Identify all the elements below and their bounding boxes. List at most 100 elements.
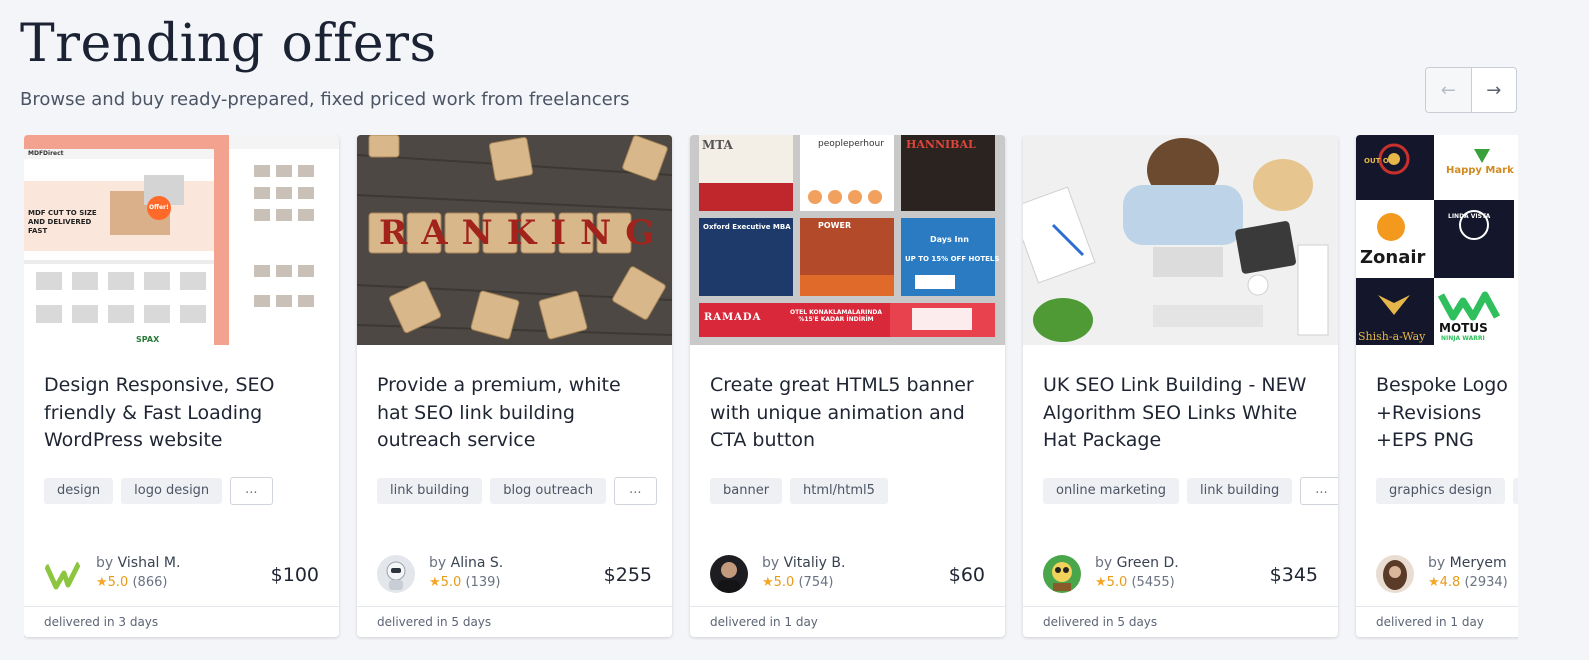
review-count: (139)	[465, 575, 501, 590]
carousel-nav: ← →	[1425, 67, 1517, 113]
tag[interactable]: online marketing	[1043, 478, 1180, 504]
tag[interactable]: design	[44, 478, 114, 504]
offer-card[interactable]: OUT OUT Happy Mark Zonair LINDA VISTA Sh…	[1356, 135, 1518, 637]
author-byline: by Vishal M.	[96, 555, 180, 571]
author-row: by Alina S. ★5.0 (139) $255	[377, 555, 652, 595]
offer-title[interactable]: Design Responsive, SEO friendly & Fast L…	[44, 372, 324, 455]
thumb-offer: UP TO 15% OFF HOTELS	[905, 255, 1000, 263]
offer-title[interactable]: UK SEO Link Building - NEW Algorithm SEO…	[1043, 372, 1323, 455]
avatar[interactable]	[1376, 555, 1414, 593]
thumb-logo-3: Zonair	[1360, 247, 1426, 268]
offer-tags: graphics design	[1376, 478, 1518, 504]
tag[interactable]: link building	[377, 478, 483, 504]
more-tags-button[interactable]: ...	[230, 477, 273, 505]
thumb-brand: MDFDirect	[28, 150, 64, 157]
avatar[interactable]	[44, 555, 82, 593]
by-label: by	[762, 555, 780, 571]
author-row: by Vishal M. ★5.0 (866) $100	[44, 555, 319, 595]
by-label: by	[96, 555, 114, 571]
thumb-footer-brand: SPAX	[136, 335, 160, 344]
arrow-right-icon[interactable]: →	[1471, 68, 1516, 112]
review-count: (754)	[798, 575, 834, 590]
rating-score: 5.0	[773, 575, 795, 590]
thumb-logo-6b: NINJA WARRI	[1441, 335, 1485, 342]
delivery-time: delivered in 1 day	[690, 606, 1005, 637]
author-row: by Green D. ★5.0 (5455) $345	[1043, 555, 1318, 595]
more-tags-button[interactable]: ...	[1300, 477, 1338, 505]
offer-card[interactable]: RANKING Provide a premium, white hat SEO…	[357, 135, 672, 637]
thumb-ramada: RAMADA	[704, 312, 762, 323]
tag[interactable]: banner	[710, 478, 783, 504]
tag[interactable]: html/html5	[790, 478, 888, 504]
offer-thumbnail[interactable]: RANKING	[357, 135, 672, 345]
thumb-headline: MDF CUT TO SIZE AND DELIVERED FAST	[28, 209, 97, 235]
thumb-logo-6: MOTUS	[1439, 321, 1488, 335]
offer-card[interactable]: UK SEO Link Building - NEW Algorithm SEO…	[1023, 135, 1338, 637]
offer-price: $60	[948, 564, 985, 586]
arrow-left-icon[interactable]: ←	[1426, 68, 1472, 112]
thumb-logo-1: OUT OUT	[1364, 157, 1400, 165]
thumb-oxford: Oxford Executive MBA	[703, 223, 791, 231]
offer-thumbnail[interactable]	[1023, 135, 1338, 345]
offer-price: $255	[603, 564, 652, 586]
thumb-daysinn: Days Inn	[930, 235, 969, 244]
thumb-word: RANKING	[379, 213, 669, 253]
author-byline: by Vitaliy B.	[762, 555, 845, 571]
offers-carousel: MDFDirect MDF CUT TO SIZE AND DELIVERED …	[24, 135, 1518, 640]
review-count: (5455)	[1131, 575, 1175, 590]
avatar[interactable]	[377, 555, 415, 593]
offer-card[interactable]: MTA peopleperhour HANNIBAL Oxford Execut…	[690, 135, 1005, 637]
thumb-power: POWER	[818, 221, 852, 230]
tag[interactable]: blog outreach	[490, 478, 607, 504]
avatar[interactable]	[1043, 555, 1081, 593]
author-row: by Vitaliy B. ★5.0 (754) $60	[710, 555, 985, 595]
offer-price: $345	[1269, 564, 1318, 586]
author-name[interactable]: Meryem	[1450, 555, 1507, 571]
thumb-otel: OTEL KONAKLAMALARINDA %15'E KADAR İNDİRİ…	[789, 309, 883, 323]
review-count: (2934)	[1464, 575, 1508, 590]
rating: ★5.0 (754)	[762, 575, 833, 590]
rating: ★5.0 (5455)	[1095, 575, 1175, 590]
tag[interactable]	[1512, 478, 1518, 504]
offer-title[interactable]: Bespoke Logo +Revisions +EPS PNG	[1376, 372, 1518, 455]
by-label: by	[429, 555, 447, 571]
tag[interactable]: logo design	[121, 478, 223, 504]
author-name[interactable]: Vishal M.	[118, 555, 181, 571]
page-subtitle: Browse and buy ready-prepared, fixed pri…	[20, 89, 630, 110]
thumb-mta: MTA	[702, 138, 733, 152]
delivery-time: delivered in 3 days	[24, 606, 339, 637]
offer-thumbnail[interactable]: MTA peopleperhour HANNIBAL Oxford Execut…	[690, 135, 1005, 345]
star-icon: ★	[762, 575, 774, 590]
offer-card[interactable]: MDFDirect MDF CUT TO SIZE AND DELIVERED …	[24, 135, 339, 637]
star-icon: ★	[1428, 575, 1440, 590]
author-name[interactable]: Vitaliy B.	[784, 555, 846, 571]
star-icon: ★	[96, 575, 108, 590]
offer-thumbnail[interactable]: OUT OUT Happy Mark Zonair LINDA VISTA Sh…	[1356, 135, 1518, 345]
offer-tags: banner html/html5	[710, 478, 888, 504]
author-name[interactable]: Green D.	[1117, 555, 1179, 571]
star-icon: ★	[1095, 575, 1107, 590]
author-byline: by Green D.	[1095, 555, 1179, 571]
rating: ★4.8 (2934)	[1428, 575, 1508, 590]
more-tags-button[interactable]: ...	[614, 477, 657, 505]
avatar[interactable]	[710, 555, 748, 593]
offer-title[interactable]: Provide a premium, white hat SEO link bu…	[377, 372, 657, 455]
tag[interactable]: graphics design	[1376, 478, 1505, 504]
rating-score: 5.0	[107, 575, 129, 590]
delivery-time: delivered in 5 days	[357, 606, 672, 637]
rating: ★5.0 (866)	[96, 575, 167, 590]
thumb-hannibal: HANNIBAL	[906, 138, 976, 151]
delivery-time: delivered in 1 day	[1356, 606, 1518, 637]
star-icon: ★	[429, 575, 441, 590]
author-byline: by Alina S.	[429, 555, 503, 571]
offer-price: $100	[270, 564, 319, 586]
thumb-pph: peopleperhour	[818, 139, 884, 149]
offer-title[interactable]: Create great HTML5 banner with unique an…	[710, 372, 990, 455]
offer-tags: online marketing link building ...	[1043, 477, 1338, 505]
author-byline: by Meryem	[1428, 555, 1507, 571]
author-name[interactable]: Alina S.	[451, 555, 504, 571]
offer-tags: link building blog outreach ...	[377, 477, 657, 505]
offer-thumbnail[interactable]: MDFDirect MDF CUT TO SIZE AND DELIVERED …	[24, 135, 339, 345]
tag[interactable]: link building	[1187, 478, 1293, 504]
author-row: by Meryem ★4.8 (2934)	[1376, 555, 1518, 595]
